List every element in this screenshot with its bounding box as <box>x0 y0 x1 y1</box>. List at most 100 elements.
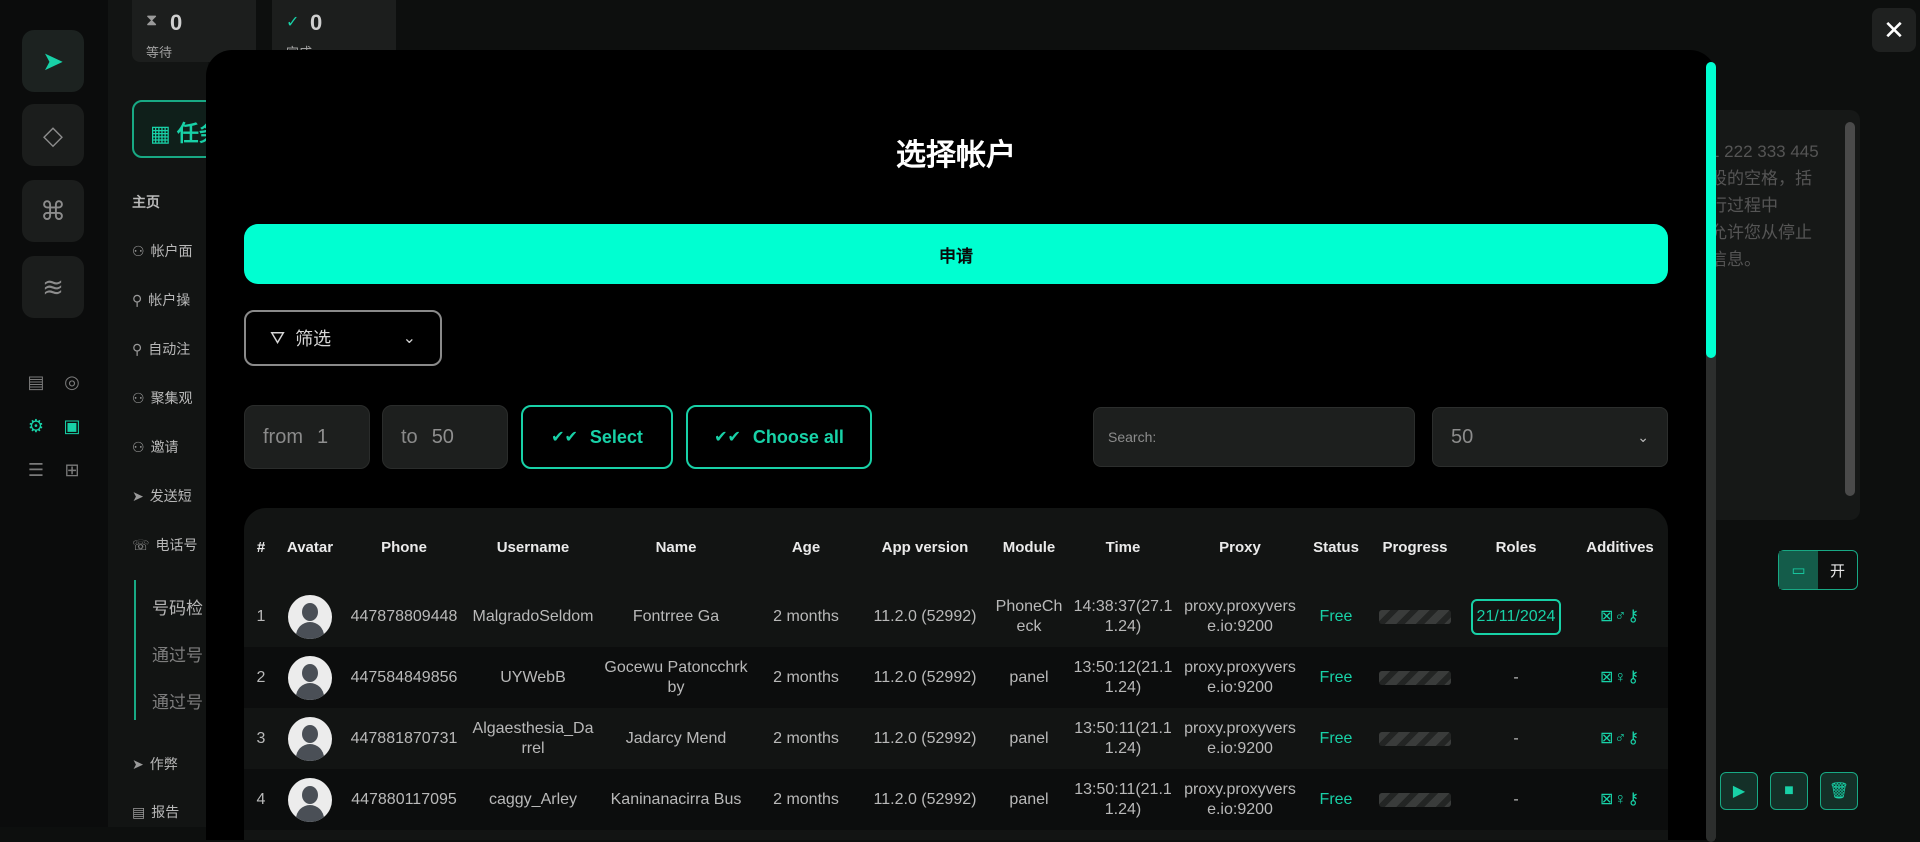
menu-item-1[interactable]: ⚲帐户操 <box>132 290 190 310</box>
search-placeholder: Search: <box>1108 429 1156 445</box>
menu-item-3[interactable]: ⚇聚集观 <box>132 388 193 408</box>
menu-item-6[interactable]: ☏电话号 <box>132 535 198 555</box>
additives-icons: ⊠♀⚷ <box>1572 769 1668 830</box>
hourglass-icon: ⧗ <box>146 12 157 30</box>
col-header[interactable]: Username <box>466 508 600 586</box>
submenu-item-1[interactable]: 通过号 <box>152 641 203 666</box>
progress-bar <box>1379 610 1451 624</box>
progress-bar <box>1379 732 1451 746</box>
double-check-icon: ✔✔ <box>551 427 578 447</box>
col-header[interactable]: # <box>244 508 278 586</box>
cell-module: panel <box>990 708 1068 769</box>
status-badge: Free <box>1302 769 1370 830</box>
submenu-item-2[interactable]: 通过号 <box>152 688 203 713</box>
to-input[interactable]: to 50 <box>382 405 508 469</box>
stat-label: 等待 <box>146 42 172 61</box>
chevron-down-icon: ⌄ <box>1637 429 1649 446</box>
choose-all-button[interactable]: ✔✔ Choose all <box>686 405 872 469</box>
role-date-badge[interactable]: 21/11/2024 <box>1471 599 1562 635</box>
table-row[interactable]: 1 447878809448 MalgradoSeldom Fontrree G… <box>244 586 1668 647</box>
col-header[interactable]: Time <box>1068 508 1178 586</box>
menu-item-cheat[interactable]: ➤作弊 <box>132 754 178 774</box>
play-icon[interactable]: ▶ <box>1720 772 1758 810</box>
additives-icons: ⊠♂⚷ <box>1572 586 1668 647</box>
from-value: 1 <box>317 426 328 449</box>
cell-num: 1 <box>244 586 278 647</box>
select-account-modal: 选择帐户 申请 ⛛ 筛选 ⌄ from 1 to 50 ✔✔ Select ✔✔… <box>206 50 1716 840</box>
server-icon[interactable]: ▤ <box>22 368 50 396</box>
per-page-select[interactable]: 50 ⌄ <box>1432 407 1668 467</box>
cell-age: 2 months <box>752 708 860 769</box>
user-plus-icon: ⚲ <box>132 341 142 357</box>
menu-item-2[interactable]: ⚲自动注 <box>132 339 190 359</box>
cell-num: 4 <box>244 769 278 830</box>
from-input[interactable]: from 1 <box>244 405 370 469</box>
submenu-item-0[interactable]: 号码检 <box>152 594 203 619</box>
progress-bar <box>1379 671 1451 685</box>
menu-section-title: 主页 <box>132 192 160 212</box>
close-icon[interactable]: ✕ <box>1872 8 1916 52</box>
progress-bar <box>1379 793 1451 807</box>
col-header[interactable]: Name <box>600 508 752 586</box>
cell-age: 2 months <box>752 647 860 708</box>
col-header[interactable]: Status <box>1302 508 1370 586</box>
send-icon[interactable]: ➤ <box>22 30 84 92</box>
status-badge: Free <box>1302 586 1370 647</box>
checklist-icon[interactable]: ☰ <box>22 456 50 484</box>
table-row[interactable]: 4 447880117095 caggy_Arley Kaninanacirra… <box>244 769 1668 830</box>
select-button[interactable]: ✔✔ Select <box>521 405 673 469</box>
textarea-line: 允许您从停止 <box>1710 219 1850 246</box>
command-icon[interactable]: ⌘ <box>22 180 84 242</box>
stop-icon[interactable]: ■ <box>1770 772 1808 810</box>
toggle-on-label[interactable]: 开 <box>1818 551 1857 589</box>
progress-cell <box>1370 708 1460 769</box>
col-header[interactable]: Roles <box>1460 508 1572 586</box>
menu-item-report[interactable]: ▤报告 <box>132 802 179 822</box>
code-window-icon[interactable]: ▣ <box>58 412 86 440</box>
toggle-switch[interactable]: ▭ 开 <box>1778 550 1858 590</box>
avatar-cell <box>278 647 342 708</box>
send-icon: ➤ <box>132 488 144 504</box>
menu-item-label: 邀请 <box>151 439 179 455</box>
right-scrollbar[interactable] <box>1845 122 1855 496</box>
table-row[interactable]: 3 447881870731 Algaesthesia_Darrel Jadar… <box>244 708 1668 769</box>
filter-dropdown[interactable]: ⛛ 筛选 ⌄ <box>244 310 442 366</box>
avatar-cell <box>278 708 342 769</box>
cell-username: MalgradoSeldom <box>466 586 600 647</box>
roles-cell: 21/11/2024 <box>1460 586 1572 647</box>
menu-item-0[interactable]: ⚇帐户面 <box>132 241 193 261</box>
col-header[interactable]: Phone <box>342 508 466 586</box>
col-header[interactable]: Proxy <box>1178 508 1302 586</box>
trash-icon[interactable]: 🗑 <box>1820 772 1858 810</box>
cell-proxy: proxy.proxyverse.io:9200 <box>1178 769 1302 830</box>
user-pin-icon[interactable]: ◎ <box>58 368 86 396</box>
modal-scrollbar-thumb[interactable] <box>1706 62 1716 358</box>
folder-icon[interactable]: ▭ <box>1779 551 1818 589</box>
avatar <box>288 778 332 822</box>
cell-app-version: 11.2.0 (52992) <box>860 708 990 769</box>
database-icon[interactable]: ≋ <box>22 256 84 318</box>
col-header[interactable]: App version <box>860 508 990 586</box>
user-icon: ⚲ <box>132 292 142 308</box>
col-header[interactable]: Progress <box>1370 508 1460 586</box>
per-page-value: 50 <box>1451 426 1473 449</box>
cell-time: 13:50:11(21.11.24) <box>1068 769 1178 830</box>
search-input[interactable]: Search: <box>1093 407 1415 467</box>
col-header[interactable]: Avatar <box>278 508 342 586</box>
progress-cell <box>1370 769 1460 830</box>
to-label: to <box>401 426 418 449</box>
gear-icon[interactable]: ⚙ <box>22 412 50 440</box>
col-header[interactable]: Age <box>752 508 860 586</box>
cell-roles: - <box>1460 769 1572 830</box>
right-textarea[interactable]: 1 222 333 445 股的空格，括 行过程中 允许您从停止 信息。 <box>1700 110 1860 520</box>
col-header[interactable]: Additives <box>1572 508 1668 586</box>
menu-item-5[interactable]: ➤发送短 <box>132 486 192 506</box>
col-header[interactable]: Module <box>990 508 1068 586</box>
table-row[interactable]: 2 447584849856 UYWebB Gocewu Patoncchrkb… <box>244 647 1668 708</box>
menu-item-4[interactable]: ⚇邀请 <box>132 437 179 457</box>
apply-button[interactable]: 申请 <box>244 224 1668 284</box>
textarea-line: 信息。 <box>1710 246 1850 273</box>
shapes-icon[interactable]: ⊞ <box>58 456 86 484</box>
diamond-icon[interactable]: ◇ <box>22 104 84 166</box>
avatar-cell <box>278 769 342 830</box>
